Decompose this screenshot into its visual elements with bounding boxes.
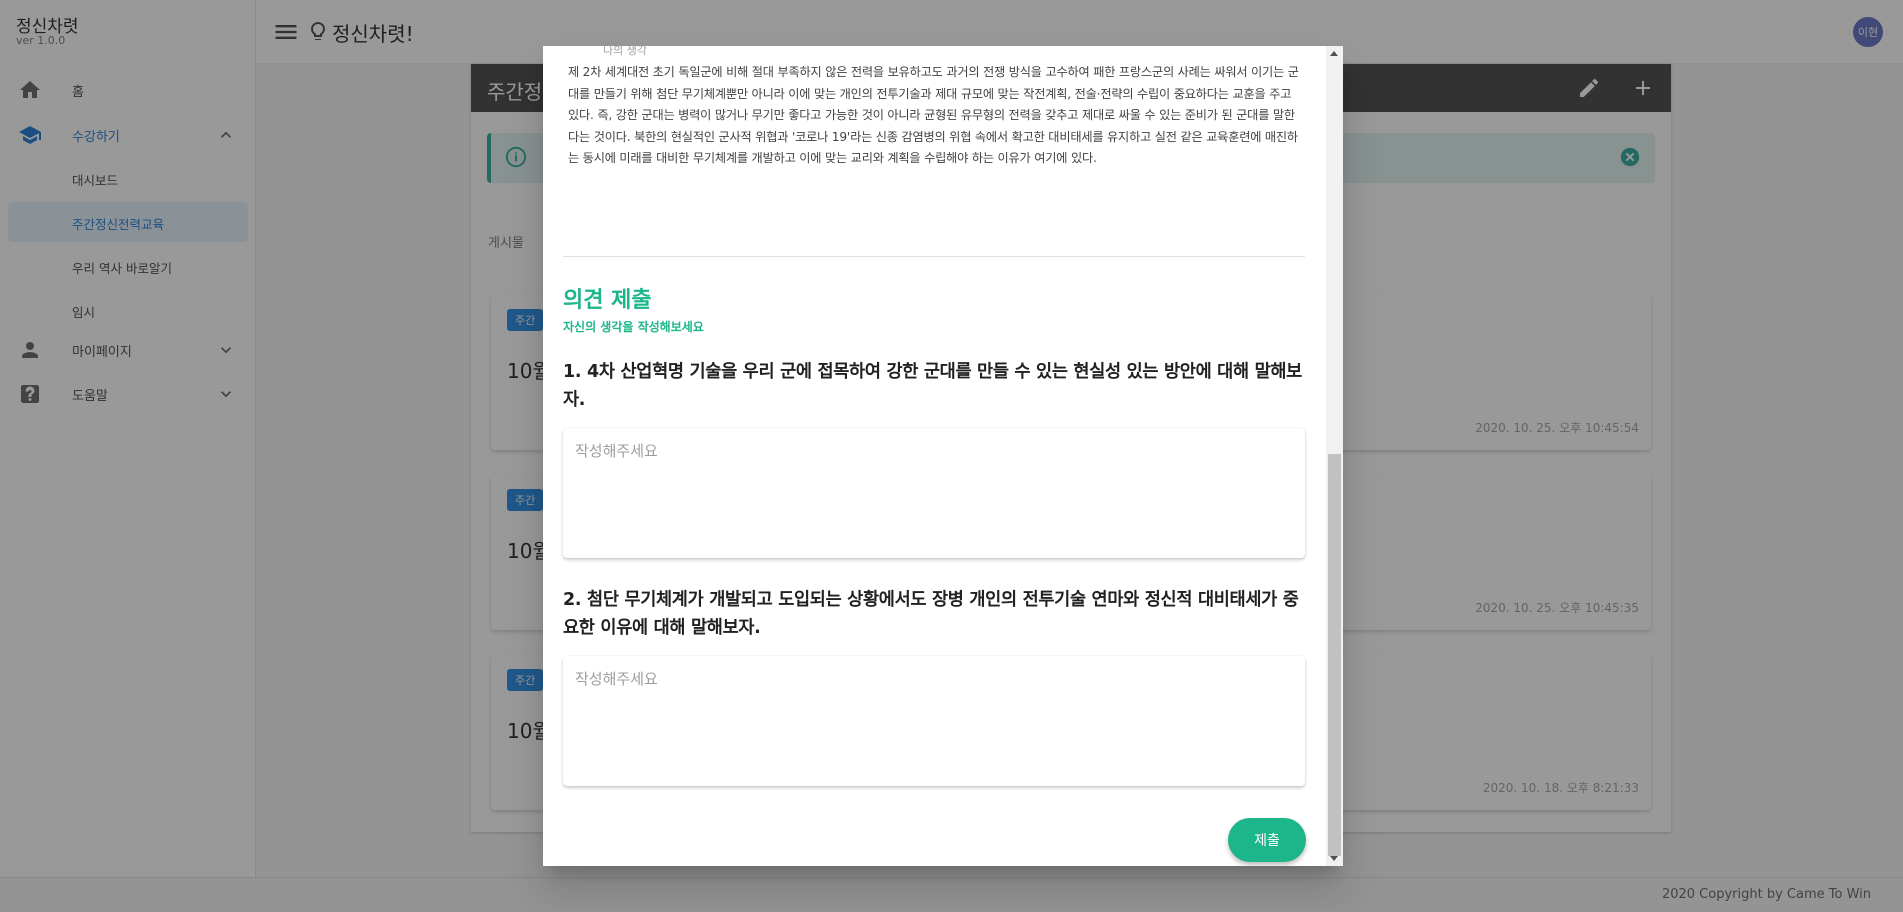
divider (563, 256, 1305, 257)
submit-button[interactable]: 제출 (1228, 818, 1306, 862)
scroll-up-arrow[interactable] (1330, 51, 1338, 56)
answer-field-1[interactable] (563, 428, 1305, 558)
article-text: 제 2차 세계대전 초기 독일군에 비해 절대 부족하지 않은 전력을 보유하고… (568, 65, 1299, 166)
opinion-dialog: 나의 생각 제 2차 세계대전 초기 독일군에 비해 절대 부족하지 않은 전력… (543, 46, 1343, 866)
answer-input-2[interactable] (575, 668, 1293, 774)
question-1: 1. 4차 산업혁명 기술을 우리 군에 접목하여 강한 군대를 만들 수 있는… (563, 362, 1302, 410)
scroll-down-arrow[interactable] (1330, 856, 1338, 861)
section-subtitle: 자신의 생각을 작성해보세요 (563, 320, 704, 334)
section-title: 의견 제출 (563, 288, 652, 313)
scrollbar[interactable] (1326, 46, 1343, 866)
scroll-thumb[interactable] (1328, 454, 1341, 856)
question-2: 2. 첨단 무기체계가 개발되고 도입되는 상황에서도 장병 개인의 전투기술 … (563, 590, 1299, 638)
cutoff-text: 나의 생각 (603, 46, 647, 57)
answer-input-1[interactable] (575, 440, 1293, 546)
answer-field-2[interactable] (563, 656, 1305, 786)
